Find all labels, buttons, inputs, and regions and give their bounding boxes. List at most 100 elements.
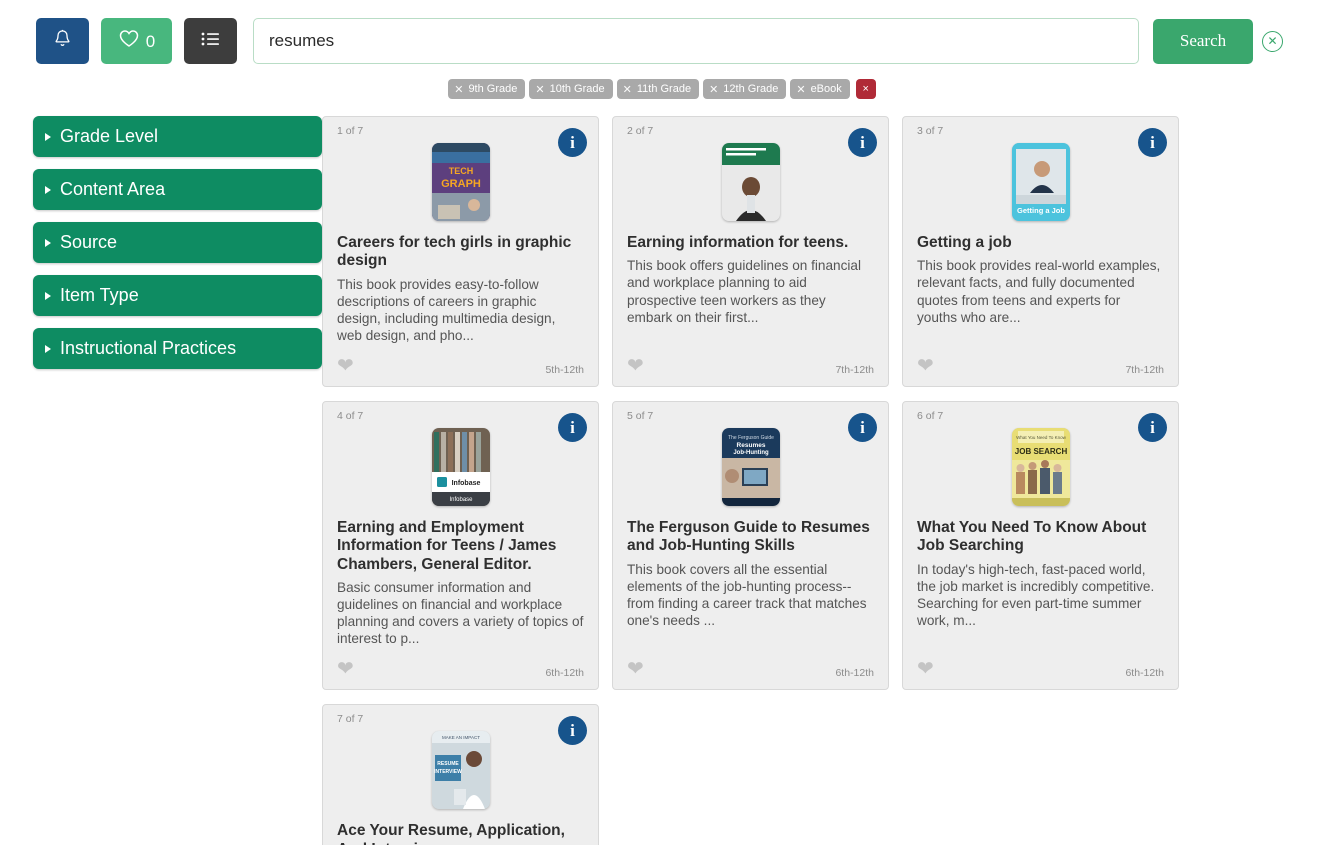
facet-label: Grade Level [60, 126, 159, 146]
top-toolbar: 0 Search ✕ [0, 0, 1324, 68]
filter-chip[interactable]: ✕ 10th Grade [529, 79, 613, 99]
filter-chip[interactable]: ✕ 12th Grade [703, 79, 787, 99]
clear-search-icon[interactable]: ✕ [1262, 30, 1283, 52]
filter-chip-label: 10th Grade [549, 83, 605, 95]
filter-chip[interactable]: ✕ eBook [790, 79, 850, 99]
result-card[interactable]: 6 of 7 i What You Need To Know JOB SEARC… [902, 401, 1179, 691]
info-icon[interactable]: i [558, 413, 587, 443]
list-icon [201, 31, 221, 52]
result-title[interactable]: The Ferguson Guide to Resumes and Job-Hu… [627, 519, 874, 556]
card-footer: ❤ 6th-12th [337, 659, 584, 679]
info-icon[interactable]: i [558, 128, 587, 157]
facet-label: Instructional Practices [60, 338, 237, 358]
result-card[interactable]: 3 of 7 i Getting a Job Getting a job Thi… [902, 116, 1179, 388]
result-card[interactable]: 5 of 7 i The Ferguson Guide Resumes Job-… [612, 401, 889, 691]
thumbnail-wrap [627, 143, 874, 221]
result-description: In today's high-tech, fast-paced world, … [917, 561, 1155, 628]
result-counter: 1 of 7 [337, 125, 364, 137]
filter-chip-label: 9th Grade [468, 83, 518, 95]
result-title[interactable]: Careers for tech girls in graphic design [337, 234, 584, 271]
favorites-count: 0 [145, 31, 156, 51]
info-icon[interactable]: i [848, 128, 877, 157]
heart-icon [118, 29, 140, 53]
info-icon[interactable]: i [1138, 128, 1167, 157]
notifications-button[interactable] [36, 18, 89, 64]
sidebar-item-instructional-practices[interactable]: Instructional Practices [33, 328, 322, 369]
sidebar-item-content-area[interactable]: Content Area [33, 169, 322, 210]
facet-label: Item Type [60, 285, 139, 305]
bell-icon [54, 29, 71, 53]
favorite-heart-icon[interactable]: ❤ [337, 659, 354, 679]
result-card[interactable]: 1 of 7 i TECH GRAPH Careers for tech gir… [322, 116, 599, 388]
search-results-grid: 1 of 7 i TECH GRAPH Careers for tech gir… [322, 116, 1324, 845]
result-card[interactable]: 4 of 7 i Infobase Infobase Earning and E… [322, 401, 599, 691]
result-counter: 2 of 7 [627, 125, 654, 137]
grade-range-label: 6th-12th [1125, 667, 1164, 680]
active-filter-chips: ✕ 9th Grade ✕ 10th Grade ✕ 11th Grade ✕ … [0, 79, 1324, 99]
filter-chip[interactable]: ✕ 9th Grade [448, 79, 526, 99]
x-icon: ✕ [709, 83, 719, 96]
result-counter: 5 of 7 [627, 410, 654, 423]
x-icon: ✕ [454, 83, 464, 96]
grade-range-label: 7th-12th [835, 364, 874, 377]
grade-range-label: 6th-12th [835, 667, 874, 680]
clear-all-filters-button[interactable]: × [855, 79, 876, 99]
favorite-heart-icon[interactable]: ❤ [917, 356, 934, 376]
filter-chip[interactable]: ✕ 11th Grade [616, 79, 700, 99]
result-counter: 6 of 7 [917, 410, 944, 423]
card-footer: ❤ 6th-12th [627, 659, 874, 679]
result-title[interactable]: Earning information for teens. [627, 234, 874, 252]
result-title[interactable]: Earning and Employment Information for T… [337, 519, 584, 574]
svg-text:RESUME: RESUME [437, 761, 459, 767]
grade-range-label: 6th-12th [545, 667, 584, 680]
favorites-button[interactable]: 0 [101, 18, 172, 64]
info-icon[interactable]: i [848, 413, 877, 443]
result-description: This book provides real-world examples, … [917, 258, 1161, 325]
result-description: This book offers guidelines on financial… [627, 258, 862, 325]
chevron-right-icon [45, 185, 51, 194]
result-title[interactable]: Ace Your Resume, Application, And Interv… [337, 822, 584, 845]
svg-text:Job-Hunting: Job-Hunting [733, 450, 769, 456]
card-footer: ❤ 5th-12th [337, 356, 584, 376]
favorite-heart-icon[interactable]: ❤ [917, 659, 934, 679]
search-button[interactable]: Search [1153, 18, 1253, 64]
svg-text:The Ferguson Guide: The Ferguson Guide [728, 435, 774, 441]
svg-text:Infobase: Infobase [451, 480, 480, 487]
sidebar-item-grade-level[interactable]: Grade Level [33, 116, 322, 157]
svg-text:Resumes: Resumes [736, 442, 765, 449]
book-cover-thumbnail [721, 143, 780, 221]
favorite-heart-icon[interactable]: ❤ [627, 356, 644, 376]
svg-text:GRAPH: GRAPH [441, 178, 481, 190]
thumbnail-wrap: Getting a Job [917, 143, 1164, 221]
chevron-right-icon [45, 344, 51, 353]
sidebar-item-source[interactable]: Source [33, 222, 322, 263]
result-description: This book provides easy-to-follow descri… [337, 276, 556, 343]
sidebar-item-item-type[interactable]: Item Type [33, 275, 322, 316]
chevron-right-icon [45, 238, 51, 247]
result-card[interactable]: 7 of 7 i MAKE AN IMPACT RESUME INTERVIEW [322, 704, 599, 845]
result-description: Basic consumer information and guideline… [337, 579, 584, 647]
card-footer: ❤ 7th-12th [917, 356, 1164, 376]
favorite-heart-icon[interactable]: ❤ [627, 659, 644, 679]
facet-label: Content Area [60, 179, 166, 199]
result-title[interactable]: Getting a job [917, 234, 1164, 252]
svg-text:JOB SEARCH: JOB SEARCH [1014, 447, 1067, 456]
thumbnail-wrap: TECH GRAPH [337, 143, 584, 221]
filter-chip-label: 12th Grade [723, 83, 779, 95]
favorite-heart-icon[interactable]: ❤ [337, 356, 354, 376]
book-cover-thumbnail: MAKE AN IMPACT RESUME INTERVIEW [431, 731, 490, 810]
grade-range-label: 5th-12th [545, 364, 584, 377]
card-footer: ❤ 7th-12th [627, 356, 874, 376]
page-content: Grade Level Content Area Source Item Typ… [0, 99, 1324, 845]
result-title[interactable]: What You Need To Know About Job Searchin… [917, 519, 1164, 556]
chevron-right-icon [45, 132, 51, 141]
book-cover-thumbnail: TECH GRAPH [431, 143, 490, 221]
result-counter: 3 of 7 [917, 125, 944, 137]
svg-text:What You Need To Know: What You Need To Know [1016, 435, 1066, 440]
facet-sidebar: Grade Level Content Area Source Item Typ… [0, 116, 322, 845]
list-view-button[interactable] [184, 18, 237, 64]
svg-text:INTERVIEW: INTERVIEW [434, 769, 462, 775]
info-icon[interactable]: i [1138, 413, 1167, 443]
result-card[interactable]: 2 of 7 i Earning information for teens. [612, 116, 889, 388]
search-input[interactable] [253, 18, 1139, 64]
